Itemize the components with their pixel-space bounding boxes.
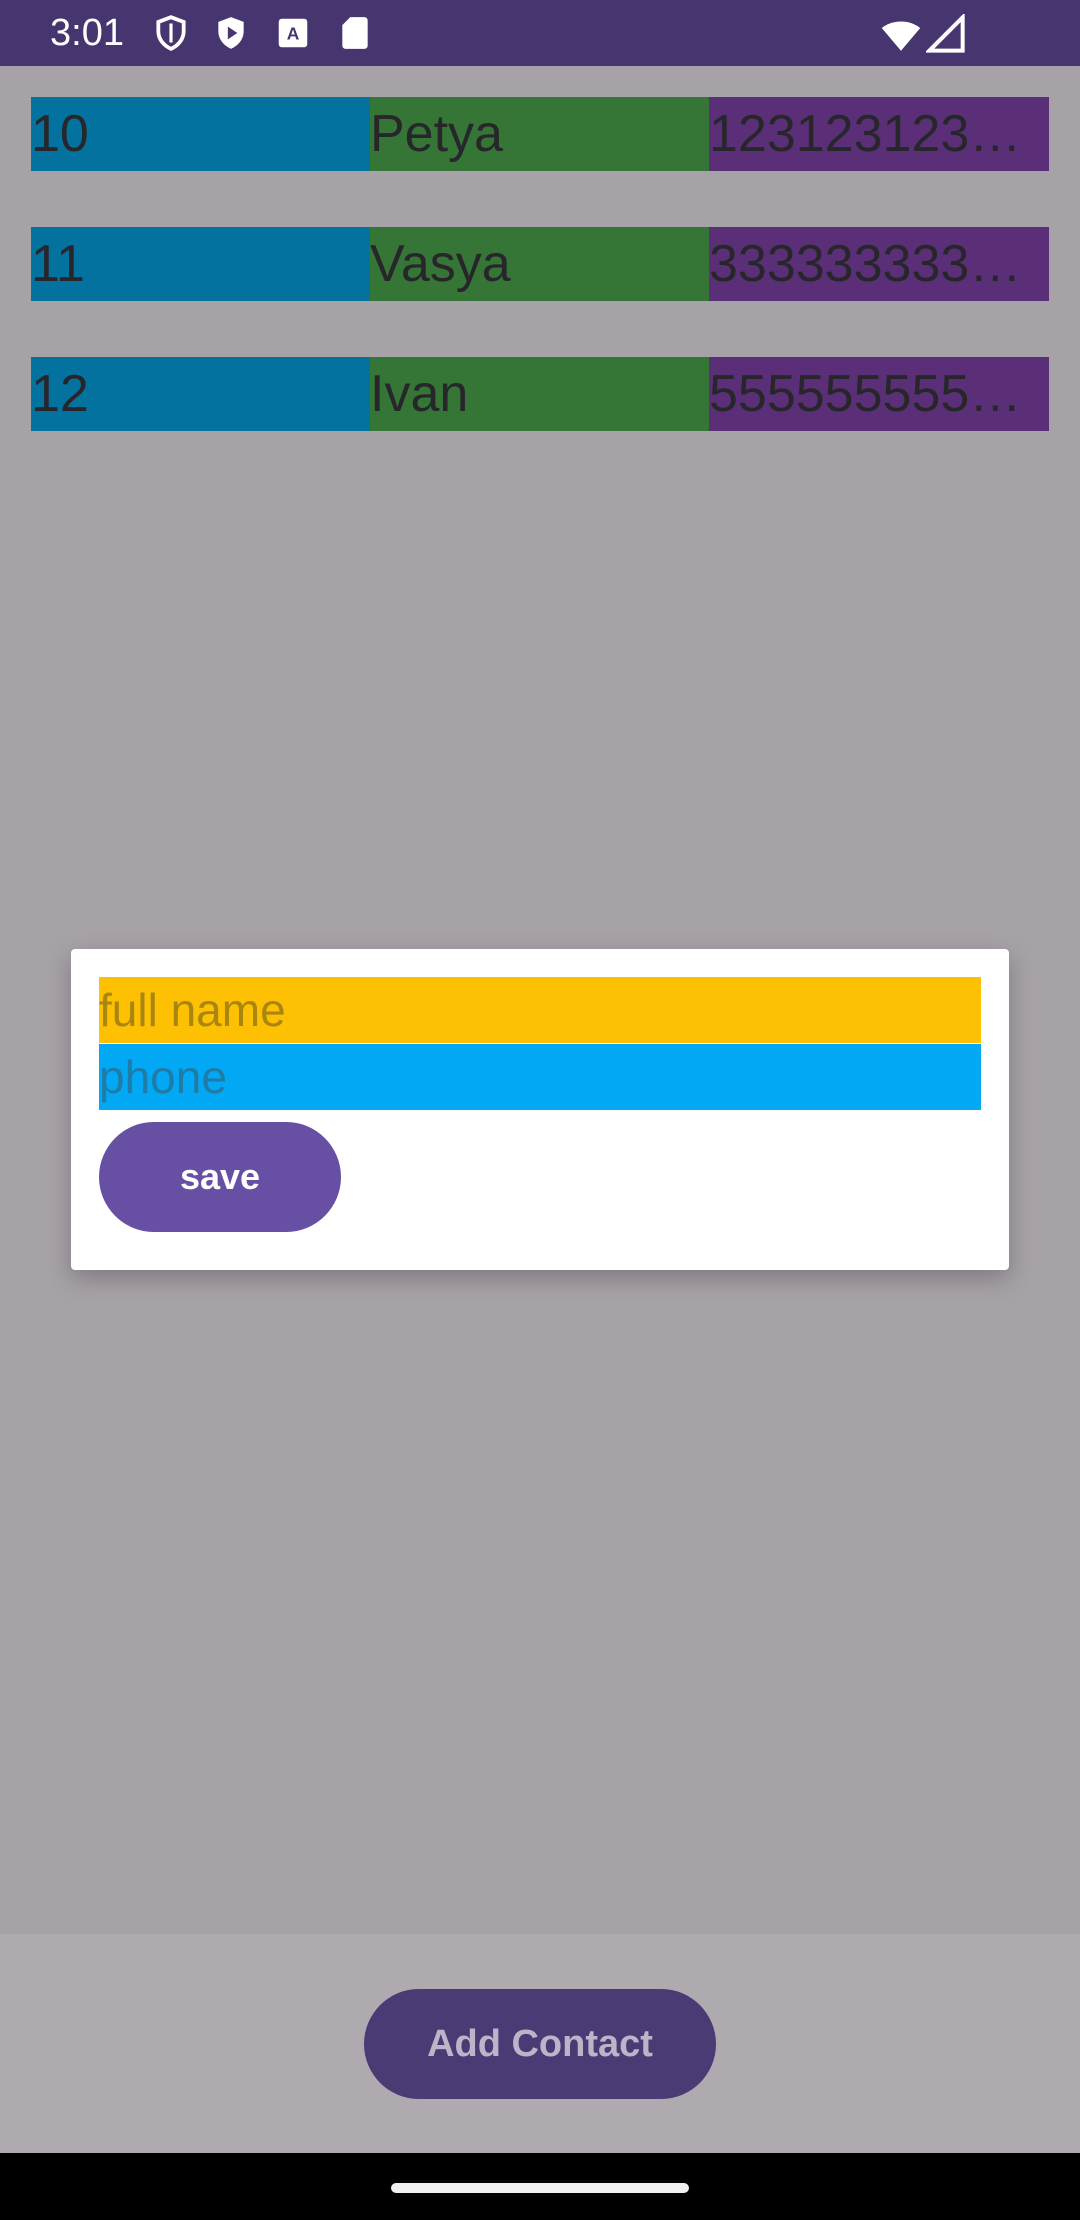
signal-icon — [926, 14, 965, 53]
play-store-icon — [218, 17, 244, 49]
contact-name: Petya — [370, 97, 709, 171]
contact-id: 10 — [31, 97, 370, 171]
home-handle[interactable] — [391, 2183, 689, 2193]
save-button[interactable]: save — [99, 1122, 341, 1232]
shield-icon — [156, 15, 186, 51]
sd-card-icon — [342, 17, 368, 49]
contact-phone: 123123123… — [709, 97, 1049, 171]
contact-id: 11 — [31, 227, 370, 301]
contact-phone: 555555555… — [709, 357, 1049, 431]
svg-text:A: A — [287, 23, 300, 43]
contact-row[interactable]: 12 Ivan 555555555… — [31, 357, 1049, 431]
phone-input[interactable]: phone — [99, 1044, 981, 1110]
add-contact-dialog: full name phone save — [71, 949, 1009, 1270]
contact-phone: 333333333… — [709, 227, 1049, 301]
contact-row[interactable]: 11 Vasya 333333333… — [31, 227, 1049, 301]
contact-id: 12 — [31, 357, 370, 431]
navigation-bar — [0, 2153, 1080, 2220]
contact-name: Ivan — [370, 357, 709, 431]
status-bar: 3:01 A — [0, 0, 1080, 66]
contact-name: Vasya — [370, 227, 709, 301]
full-name-input[interactable]: full name — [99, 977, 981, 1043]
wifi-icon — [881, 21, 921, 51]
contact-row[interactable]: 10 Petya 123123123… — [31, 97, 1049, 171]
add-contact-button[interactable]: Add Contact — [364, 1989, 716, 2099]
status-time: 3:01 — [50, 12, 124, 54]
a-icon: A — [278, 18, 308, 48]
